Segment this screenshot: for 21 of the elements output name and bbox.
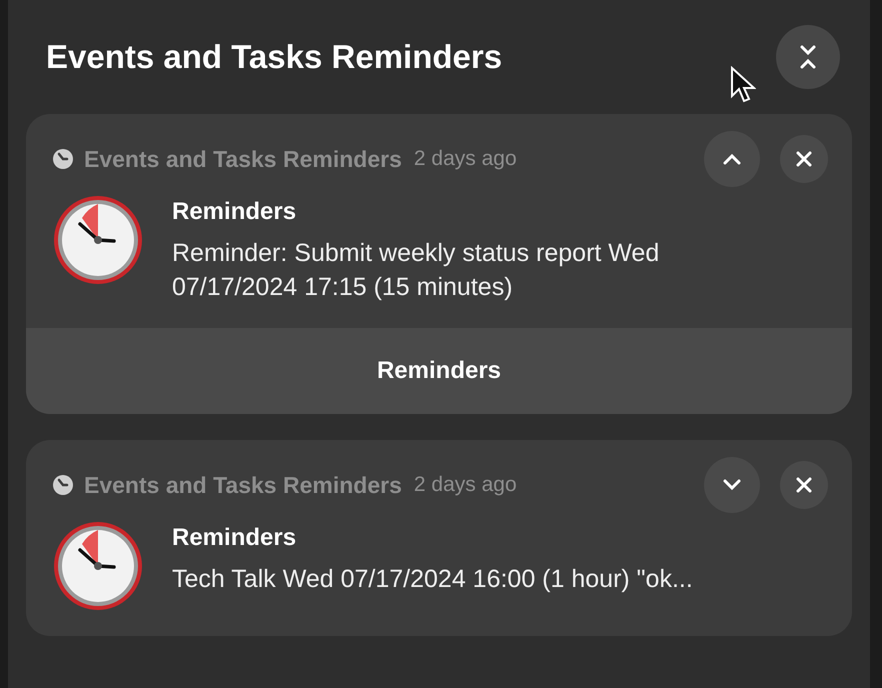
chevron-up-icon: [723, 153, 741, 165]
app-name: Events and Tasks Reminders: [84, 472, 402, 498]
alarm-clock-icon: [52, 194, 144, 286]
clock-icon: [52, 148, 74, 170]
notification-summary: Reminders: [172, 524, 298, 552]
app-name: Events and Tasks Reminders: [84, 146, 402, 172]
action-button[interactable]: Reminders: [26, 328, 852, 414]
notification-body: Reminder: Submit weekly status report Wed 07/17/2024 17:15 (15 minutes): [172, 238, 660, 303]
timestamp: 2 days ago: [414, 147, 518, 171]
close-button[interactable]: [780, 461, 828, 509]
close-icon: [796, 151, 812, 167]
notification-summary: Reminders: [172, 198, 298, 226]
chevron-down-icon: [723, 479, 741, 491]
alarm-clock-icon: [52, 520, 144, 612]
timestamp: 2 days ago: [414, 473, 518, 497]
panel-title: Events and Tasks Reminders: [46, 38, 502, 76]
close-icon: [796, 477, 812, 493]
notification-body: Tech Talk Wed 07/17/2024 16:00 (1 hour) "ok...: [172, 564, 693, 595]
collapse-icon: [799, 44, 817, 70]
clock-icon: [52, 474, 74, 496]
close-button[interactable]: [780, 135, 828, 183]
